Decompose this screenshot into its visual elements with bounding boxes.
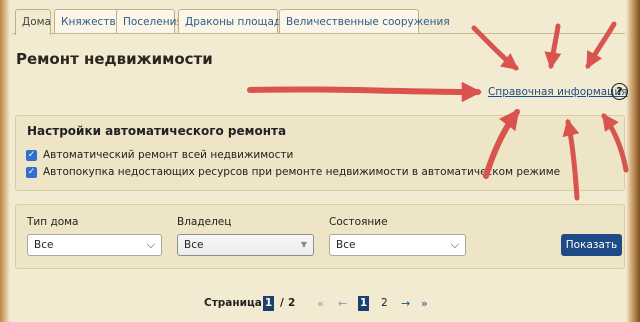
annotation-arrow bbox=[483, 108, 520, 179]
annotation-arrow bbox=[585, 21, 617, 69]
annotation-arrow bbox=[601, 113, 629, 173]
annotation-arrow bbox=[544, 23, 562, 70]
annotation-arrows bbox=[247, 21, 629, 201]
annotation-arrow bbox=[247, 81, 483, 103]
annotation-arrow bbox=[471, 25, 519, 71]
annotation-arrow bbox=[562, 118, 580, 201]
